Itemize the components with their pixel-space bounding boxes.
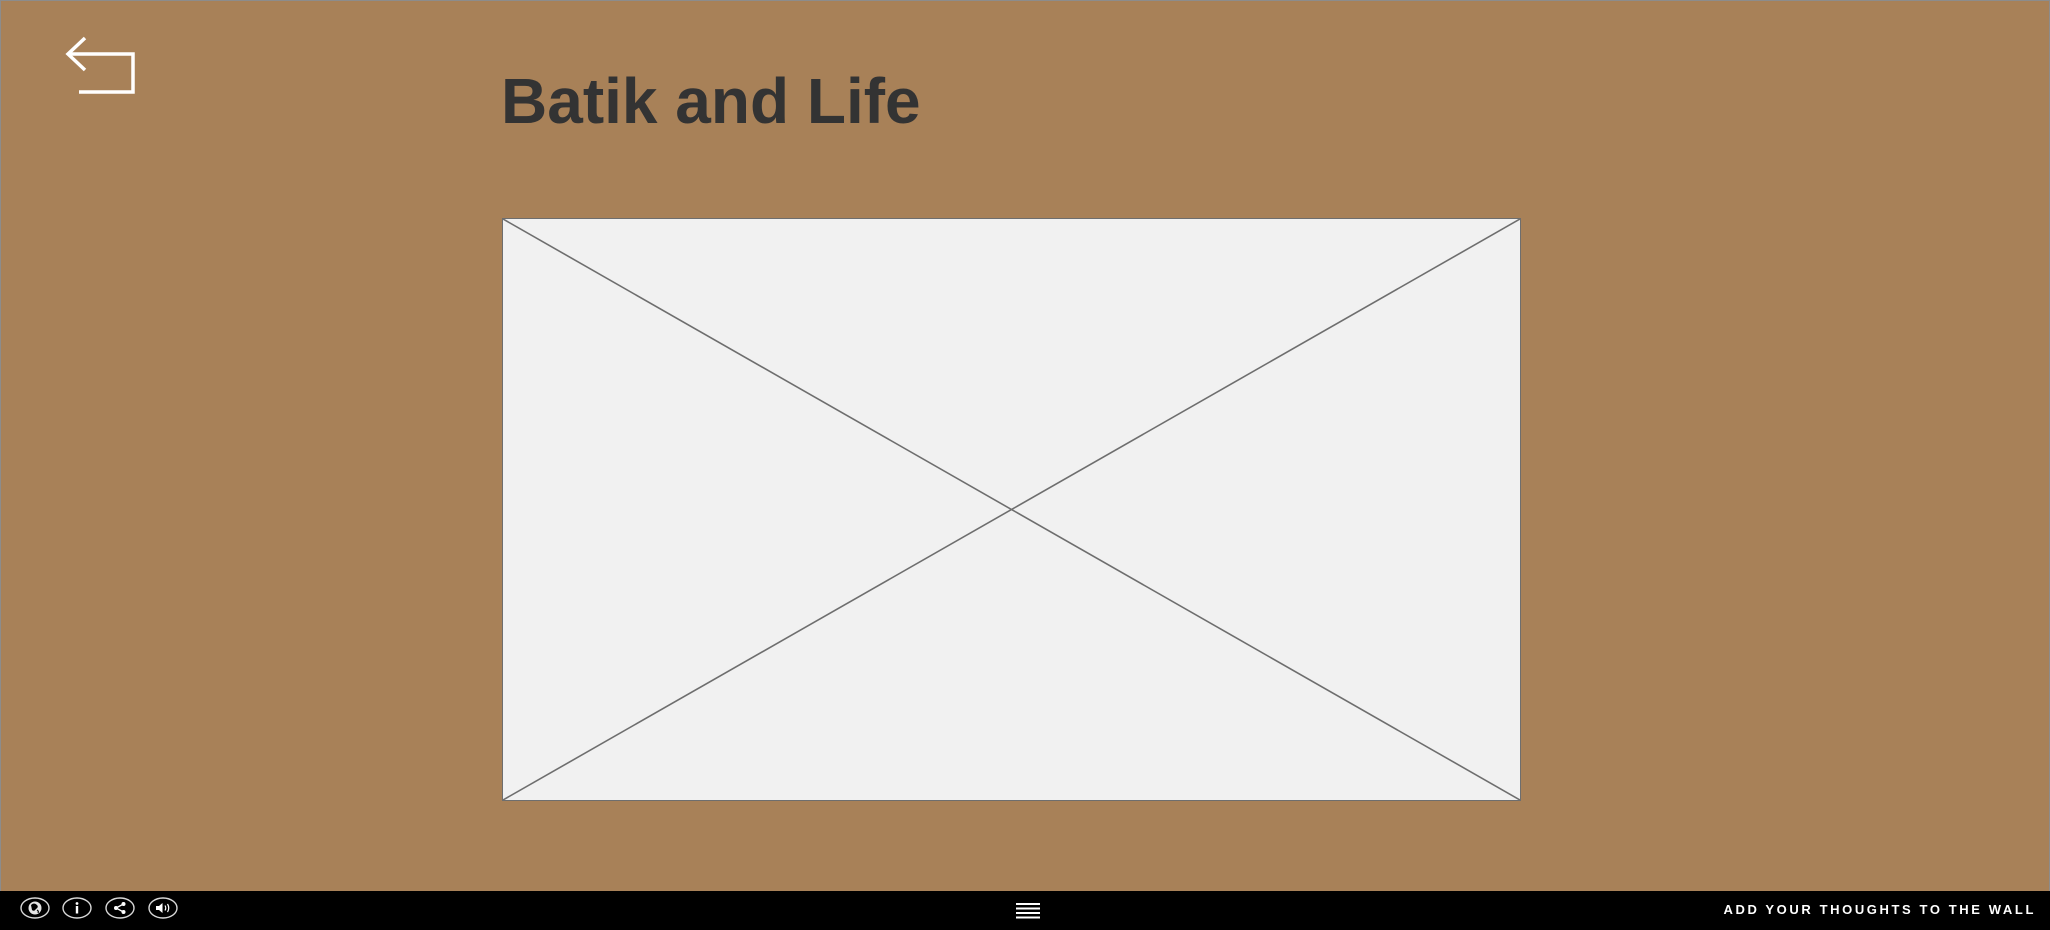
image-placeholder <box>502 218 1521 801</box>
page-background: Batik and Life <box>0 0 2050 892</box>
share-button[interactable] <box>105 897 135 919</box>
info-button[interactable] <box>62 897 92 919</box>
page-title: Batik and Life <box>501 65 921 137</box>
info-icon <box>62 897 92 919</box>
bottom-bar: ADD YOUR THOUGHTS TO THE WALL <box>0 891 2050 930</box>
audio-icon <box>148 897 178 919</box>
hamburger-menu-icon <box>1016 903 1040 919</box>
share-icon <box>105 897 135 919</box>
add-thoughts-link[interactable]: ADD YOUR THOUGHTS TO THE WALL <box>1723 901 2036 919</box>
globe-icon <box>20 897 50 919</box>
menu-button[interactable] <box>1016 901 1040 919</box>
back-arrow-icon <box>65 36 135 94</box>
image-placeholder-icon <box>503 219 1520 800</box>
globe-button[interactable] <box>20 897 50 919</box>
audio-button[interactable] <box>148 897 178 919</box>
back-button[interactable] <box>65 35 137 95</box>
